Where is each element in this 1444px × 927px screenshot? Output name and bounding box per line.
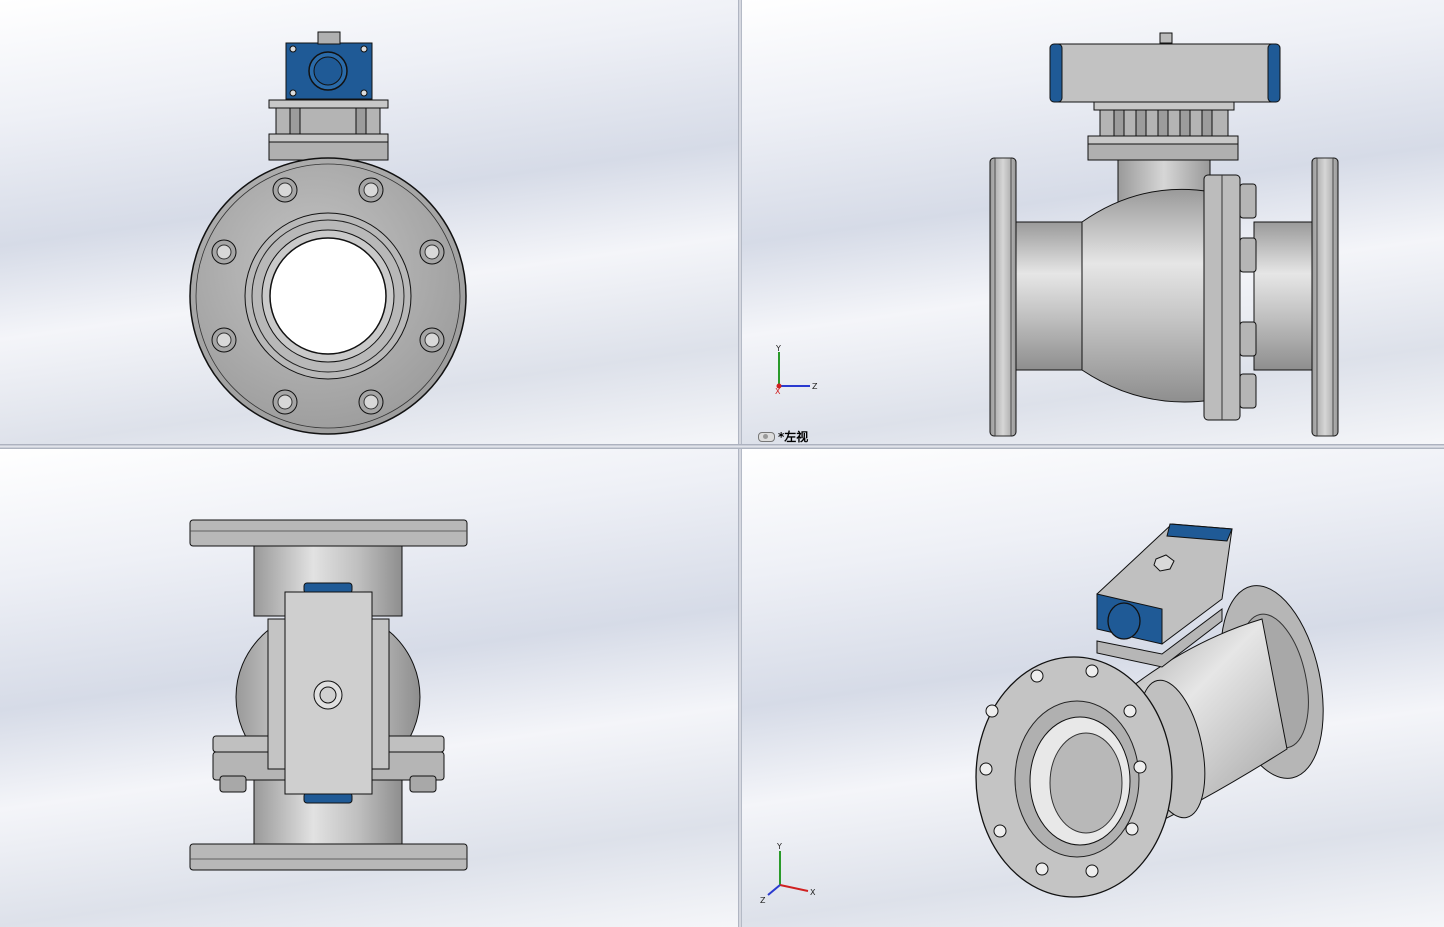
viewport-top[interactable] xyxy=(0,449,738,927)
viewport-isometric[interactable]: Y X Z xyxy=(742,449,1444,927)
svg-text:Y: Y xyxy=(775,344,781,353)
viewport-front[interactable] xyxy=(0,0,738,444)
svg-text:Z: Z xyxy=(760,896,766,905)
view-name-text: *左视 xyxy=(778,430,809,444)
view-name-label: *左视 xyxy=(758,428,808,444)
camera-icon xyxy=(758,431,775,442)
axis-triad-iso: Y X Z xyxy=(760,842,816,905)
svg-text:Y: Y xyxy=(776,842,782,851)
front-view-model xyxy=(189,31,467,435)
viewport-splitter-horizontal[interactable] xyxy=(0,444,1444,449)
top-view-model xyxy=(189,519,468,871)
left-view-model: Y Z X xyxy=(775,32,1339,437)
viewport-splitter-vertical[interactable] xyxy=(738,0,742,927)
svg-text:X: X xyxy=(775,387,781,396)
bore xyxy=(269,237,387,355)
viewport-left[interactable]: Y Z X *左视 xyxy=(742,0,1444,444)
svg-text:Z: Z xyxy=(812,382,818,391)
svg-text:X: X xyxy=(810,888,816,897)
axis-triad: Y Z X xyxy=(775,344,818,396)
isometric-view-model: Y X Z xyxy=(760,523,1324,905)
